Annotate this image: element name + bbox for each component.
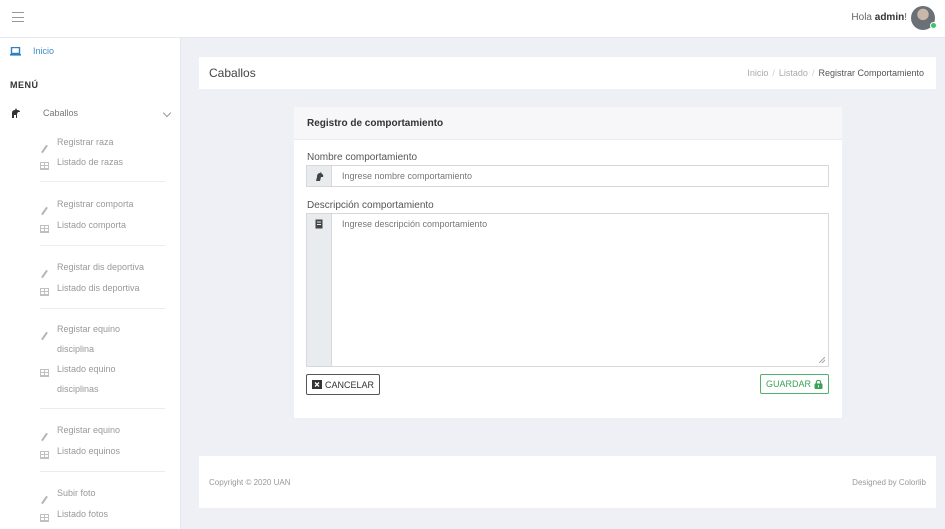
- page-header: Caballos Inicio / Listado / Registrar Compor…: [199, 57, 936, 89]
- table-icon: [40, 451, 49, 459]
- online-status-icon: [930, 22, 937, 29]
- cancel-button[interactable]: CANCELAR: [306, 374, 381, 395]
- form-card: Registro de comportamiento Nombre compor…: [294, 107, 842, 418]
- description-textarea[interactable]: [332, 214, 828, 366]
- name-addon: [307, 166, 332, 186]
- sidebar-item-listado-razas[interactable]: Listado de razas: [40, 152, 157, 172]
- description-input-group: [306, 213, 829, 367]
- sidebar-item-label: Subir foto: [57, 488, 96, 498]
- sidebar-divider: [40, 245, 165, 246]
- menu-title: MENÚ: [10, 80, 39, 90]
- sidebar-item-label: Registrar comporta: [57, 199, 134, 209]
- designed-by-link[interactable]: Designed by Colorlib: [852, 478, 926, 487]
- sidebar-item-label: Listado de razas: [57, 157, 124, 167]
- sidebar-item-registrar-comporta[interactable]: Registrar comporta: [40, 194, 157, 216]
- breadcrumb-item[interactable]: Inicio: [747, 68, 768, 78]
- sidebar-item-listado-equinos[interactable]: Listado equinos: [40, 441, 157, 461]
- breadcrumb-item[interactable]: Listado: [779, 68, 808, 78]
- sidebar-item-listado-dis-deportiva[interactable]: Listado dis deportiva: [40, 278, 157, 298]
- pencil-icon: [41, 432, 48, 442]
- sidebar-group-label: Caballos: [43, 108, 79, 118]
- lock-icon: [814, 379, 823, 389]
- page-title: Caballos: [209, 66, 256, 80]
- sidebar-item-label: Registar dis deportiva: [57, 262, 145, 272]
- chevron-down-icon[interactable]: [162, 108, 172, 118]
- sidebar-item-label: Listado equinos: [57, 446, 121, 456]
- sidebar-divider: [40, 408, 165, 409]
- hamburger-menu-icon[interactable]: [12, 12, 24, 22]
- footer: Copyright © 2020 UAN Designed by Colorli…: [199, 456, 936, 508]
- greeting-text: Hola: [851, 12, 872, 23]
- breadcrumb: Inicio / Listado / Registrar Comportamiento: [747, 68, 924, 78]
- pencil-icon: [41, 495, 48, 505]
- resize-handle-icon[interactable]: [819, 357, 825, 363]
- description-field-label: Descripción comportamiento: [307, 200, 434, 211]
- laptop-icon: [10, 46, 21, 56]
- top-bar: Hola admin!: [0, 0, 945, 38]
- sidebar-item-label: Registar equino disciplina: [57, 324, 121, 354]
- greeting-suffix: !: [904, 12, 907, 23]
- sidebar-item-listado-comporta[interactable]: Listado comporta: [40, 215, 157, 235]
- user-greeting: Hola admin!: [851, 12, 907, 23]
- table-icon: [40, 288, 49, 296]
- sidebar-item-label: Registrar raza: [57, 137, 114, 147]
- cancel-button-label: CANCELAR: [325, 379, 375, 390]
- sidebar-group-caballos[interactable]: Caballos: [10, 108, 172, 118]
- username: admin: [874, 12, 905, 23]
- close-box-icon: [312, 380, 322, 389]
- breadcrumb-item-active: Registrar Comportamiento: [818, 68, 924, 78]
- sidebar-item-label: Inicio: [33, 46, 55, 56]
- sidebar-divider: [40, 181, 165, 182]
- table-icon: [40, 162, 49, 170]
- description-addon: [307, 214, 332, 366]
- sidebar-item-registar-equino-disciplina[interactable]: Registar equino disciplina: [40, 319, 137, 359]
- save-button-label: GUARDAR: [765, 379, 811, 389]
- sidebar-item-label: Listado equino disciplinas: [57, 364, 116, 394]
- sidebar-divider: [40, 308, 165, 309]
- horse-icon: [12, 108, 20, 118]
- sidebar-item-registar-dis-deportiva[interactable]: Registar dis deportiva: [40, 257, 157, 279]
- sidebar-item-label: Listado dis deportiva: [57, 283, 140, 293]
- sidebar-item-subir-foto[interactable]: Subir foto: [40, 483, 157, 505]
- sidebar-item-registar-equino[interactable]: Registar equino: [40, 420, 157, 442]
- save-button[interactable]: GUARDAR: [759, 374, 829, 394]
- name-input[interactable]: [332, 166, 828, 186]
- horse-head-icon: [315, 171, 323, 181]
- pencil-icon: [41, 206, 48, 216]
- name-input-group: [306, 165, 829, 187]
- name-field-label: Nombre comportamiento: [307, 152, 418, 163]
- sidebar-item-listado-equino-disciplinas[interactable]: Listado equino disciplinas: [40, 359, 137, 399]
- pencil-icon: [41, 269, 48, 279]
- form-title: Registro de comportamiento: [294, 107, 842, 140]
- sidebar-item-listado-fotos[interactable]: Listado fotos: [40, 504, 157, 524]
- sidebar-item-label: Registar equino: [57, 425, 121, 435]
- table-icon: [40, 514, 49, 522]
- sidebar-item-registrar-raza[interactable]: Registrar raza: [40, 132, 157, 154]
- table-icon: [40, 369, 49, 377]
- sidebar-item-label: Listado comporta: [57, 220, 127, 230]
- sidebar-item-label: Listado fotos: [57, 509, 109, 519]
- book-icon: [315, 219, 323, 229]
- table-icon: [40, 225, 49, 233]
- sidebar-divider: [40, 471, 165, 472]
- pencil-icon: [41, 331, 48, 341]
- sidebar-item-inicio[interactable]: Inicio: [10, 46, 54, 56]
- sidebar: Inicio MENÚ Caballos Registrar raza List…: [0, 38, 181, 529]
- copyright-text: Copyright © 2020 UAN: [209, 478, 291, 487]
